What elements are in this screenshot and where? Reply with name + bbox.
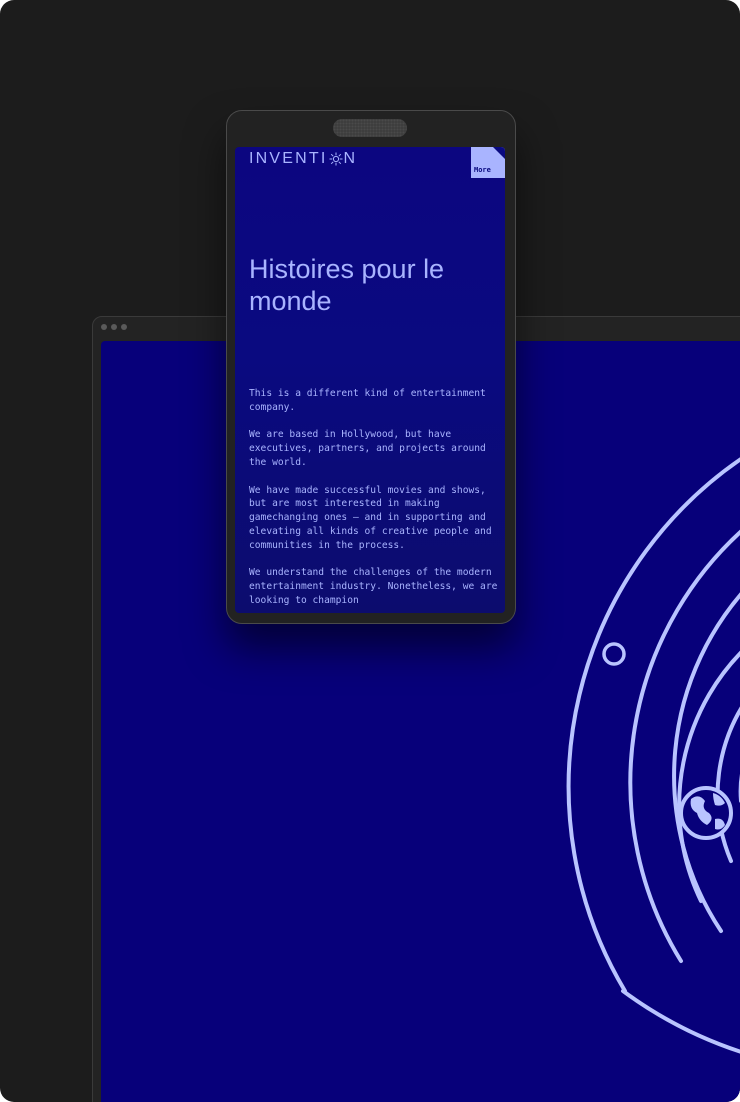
page-fold-icon <box>493 147 505 159</box>
intro-copy: This is a different kind of entertainmen… <box>249 387 499 613</box>
more-button[interactable]: More <box>471 147 505 178</box>
logo-text-end: N <box>343 150 358 167</box>
intro-paragraph: We are based in Hollywood, but have exec… <box>249 429 486 468</box>
window-dot[interactable] <box>121 324 127 330</box>
invention-logo[interactable]: INVENTI N <box>249 150 357 168</box>
hero-headline: Histoires pour le monde <box>249 254 445 316</box>
phone-screen: INVENTI N More Histoires pour le monde T… <box>235 147 505 613</box>
intro-paragraph: This is a different kind of entertainmen… <box>249 388 486 413</box>
window-controls <box>101 324 127 330</box>
intro-paragraph: We have made successful movies and shows… <box>249 484 492 551</box>
showcase-frame: INVENTI N More Histoires pour le monde T… <box>0 0 740 1102</box>
logo-text-start: INVENTI <box>249 150 328 167</box>
window-dot[interactable] <box>101 324 107 330</box>
more-button-label: More <box>474 166 491 174</box>
sun-icon <box>329 152 343 166</box>
earth-icon <box>679 786 733 840</box>
phone-notch <box>333 119 407 137</box>
window-dot[interactable] <box>111 324 117 330</box>
intro-paragraph: We understand the challenges of the mode… <box>249 567 498 606</box>
phone-mockup: INVENTI N More Histoires pour le monde T… <box>226 110 516 624</box>
